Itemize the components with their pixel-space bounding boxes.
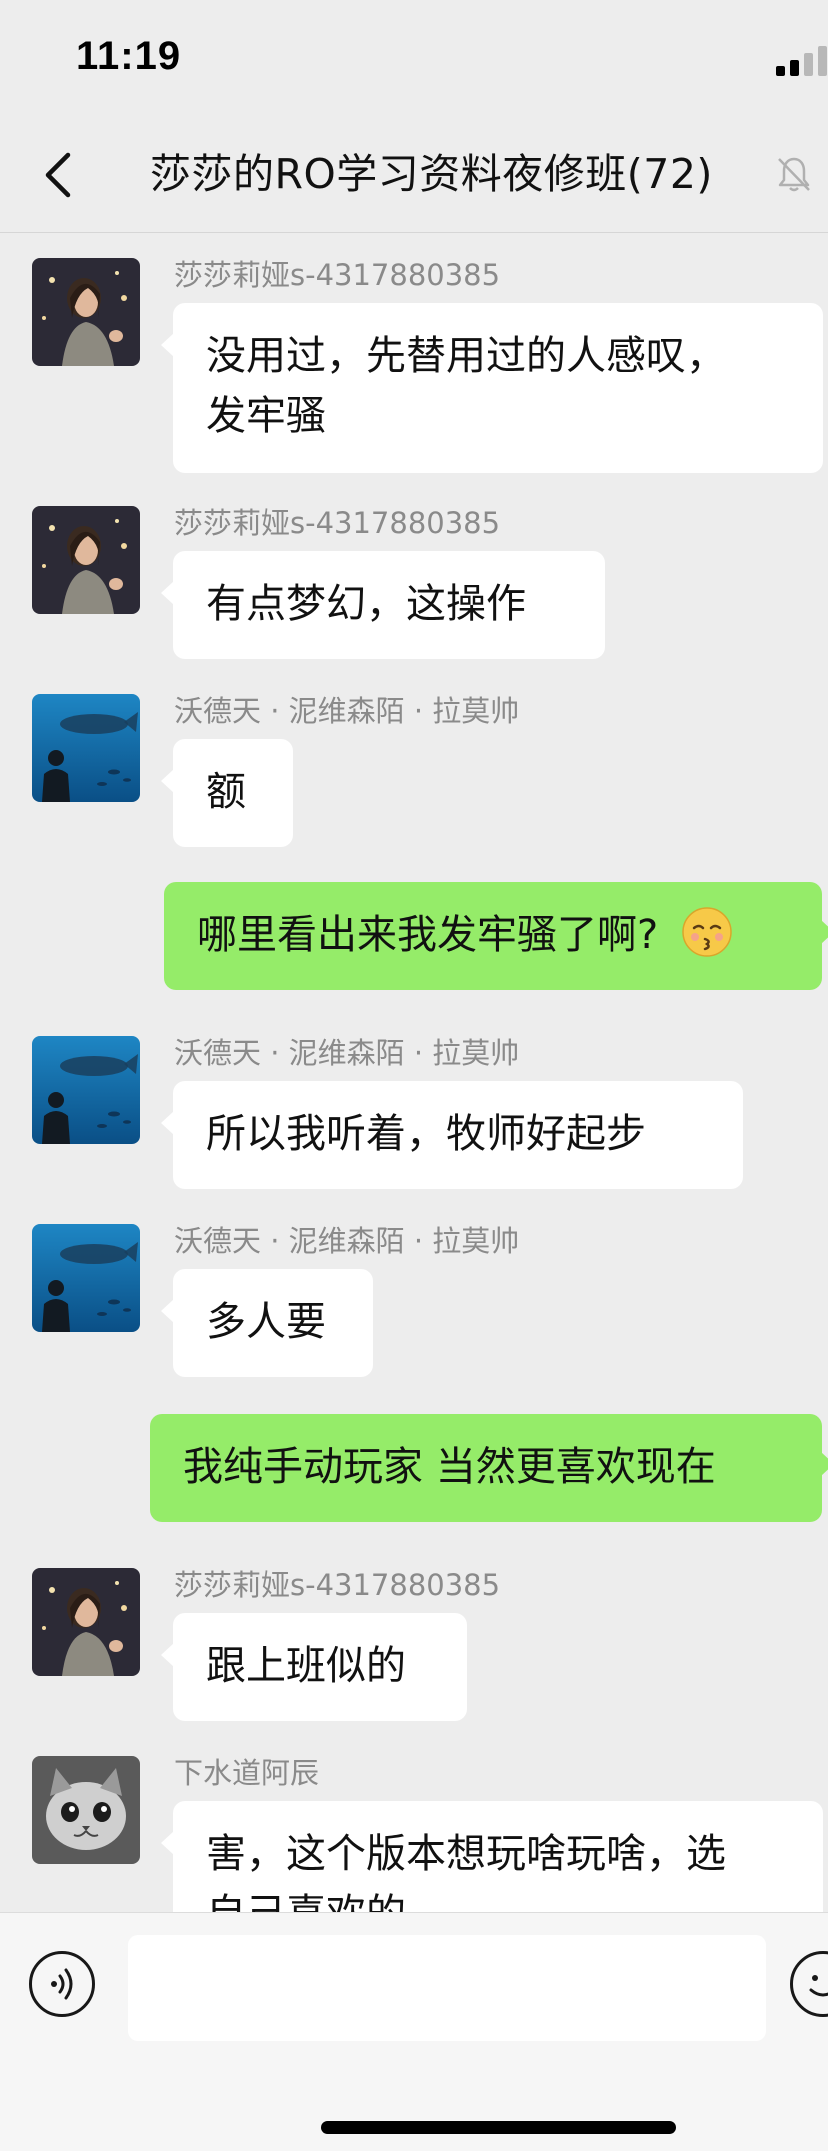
avatar-woman[interactable] bbox=[32, 506, 140, 614]
status-bar: 11:19 bbox=[0, 0, 828, 120]
message-text-line: 发牢骚 bbox=[206, 393, 326, 439]
sender-name: 莎莎莉娅s-4317880385 bbox=[174, 258, 501, 292]
sender-name: 沃德天 · 泥维森陌 · 拉莫帅 bbox=[174, 1036, 520, 1070]
chat-message-list[interactable]: 莎莎莉娅s-4317880385 没用过，先替用过的人感叹， 发牢骚 莎莎莉娅s… bbox=[0, 232, 828, 1912]
message-bubble[interactable]: 多人要 bbox=[161, 1269, 373, 1377]
message-incoming: 沃德天 · 泥维森陌 · 拉莫帅 多人要 bbox=[0, 1208, 828, 1377]
home-indicator bbox=[321, 2121, 676, 2134]
message-incoming: 莎莎莉娅s-4317880385 有点梦幻，这操作 bbox=[0, 490, 828, 659]
message-text: 哪里看出来我发牢骚了啊? bbox=[197, 912, 659, 958]
voice-icon bbox=[51, 1968, 73, 2000]
sender-name: 下水道阿辰 bbox=[174, 1756, 320, 1790]
message-incoming: 莎莎莉娅s-4317880385 跟上班似的 bbox=[0, 1552, 828, 1721]
message-text-line: 害，这个版本想玩啥玩啥，选 bbox=[206, 1831, 726, 1877]
message-outgoing: 我纯手动玩家 当然更喜欢现在 bbox=[0, 1414, 828, 1524]
input-bar bbox=[0, 1912, 828, 2151]
avatar-aquarium[interactable] bbox=[32, 694, 140, 802]
kissing-face-emoji bbox=[681, 906, 733, 958]
sender-name: 沃德天 · 泥维森陌 · 拉莫帅 bbox=[174, 1224, 520, 1258]
avatar-aquarium[interactable] bbox=[32, 1036, 140, 1144]
emoji-icon bbox=[809, 1975, 828, 1997]
message-bubble[interactable]: 害，这个版本想玩啥玩啥，选 自己喜欢的 bbox=[161, 1801, 823, 1912]
message-bubble[interactable]: 我纯手动玩家 当然更喜欢现在 bbox=[150, 1414, 828, 1522]
sender-name: 沃德天 · 泥维森陌 · 拉莫帅 bbox=[174, 694, 520, 728]
avatar-cat[interactable] bbox=[32, 1756, 140, 1864]
chevron-left-icon bbox=[45, 152, 71, 198]
message-bubble[interactable]: 有点梦幻，这操作 bbox=[161, 551, 605, 659]
message-bubble[interactable]: 没用过，先替用过的人感叹， 发牢骚 bbox=[161, 303, 823, 473]
avatar-woman[interactable] bbox=[32, 1568, 140, 1676]
message-input[interactable] bbox=[128, 1935, 766, 2041]
message-bubble[interactable]: 跟上班似的 bbox=[161, 1613, 467, 1721]
avatar-aquarium[interactable] bbox=[32, 1224, 140, 1332]
avatar-woman[interactable] bbox=[32, 258, 140, 366]
chat-title[interactable]: 莎莎的RO学习资料夜修班(72) bbox=[150, 144, 790, 204]
message-incoming: 沃德天 · 泥维森陌 · 拉莫帅 所以我听着，牧师好起步 bbox=[0, 1020, 828, 1189]
message-bubble[interactable]: 所以我听着，牧师好起步 bbox=[161, 1081, 743, 1189]
message-outgoing: 哪里看出来我发牢骚了啊? bbox=[0, 882, 828, 992]
message-bubble[interactable]: 哪里看出来我发牢骚了啊? bbox=[164, 882, 828, 990]
voice-button[interactable] bbox=[29, 1951, 95, 2017]
message-incoming: 下水道阿辰 害，这个版本想玩啥玩啥，选 自己喜欢的 bbox=[0, 1740, 828, 1912]
message-incoming: 莎莎莉娅s-4317880385 没用过，先替用过的人感叹， 发牢骚 bbox=[0, 242, 828, 473]
signal-icon bbox=[776, 46, 828, 76]
back-button[interactable] bbox=[38, 150, 82, 200]
sender-name: 莎莎莉娅s-4317880385 bbox=[174, 1568, 501, 1602]
message-text-line: 自己喜欢的 bbox=[206, 1884, 790, 1912]
message-incoming: 沃德天 · 泥维森陌 · 拉莫帅 额 bbox=[0, 678, 828, 847]
sender-name: 莎莎莉娅s-4317880385 bbox=[174, 506, 501, 540]
chat-header: 莎莎的RO学习资料夜修班(72) bbox=[0, 120, 828, 233]
message-text-line: 没用过，先替用过的人感叹， bbox=[206, 333, 726, 379]
status-time: 11:19 bbox=[76, 34, 182, 78]
emoji-button[interactable] bbox=[790, 1951, 828, 2017]
message-bubble[interactable]: 额 bbox=[161, 739, 293, 847]
mute-bell-icon bbox=[774, 154, 814, 194]
